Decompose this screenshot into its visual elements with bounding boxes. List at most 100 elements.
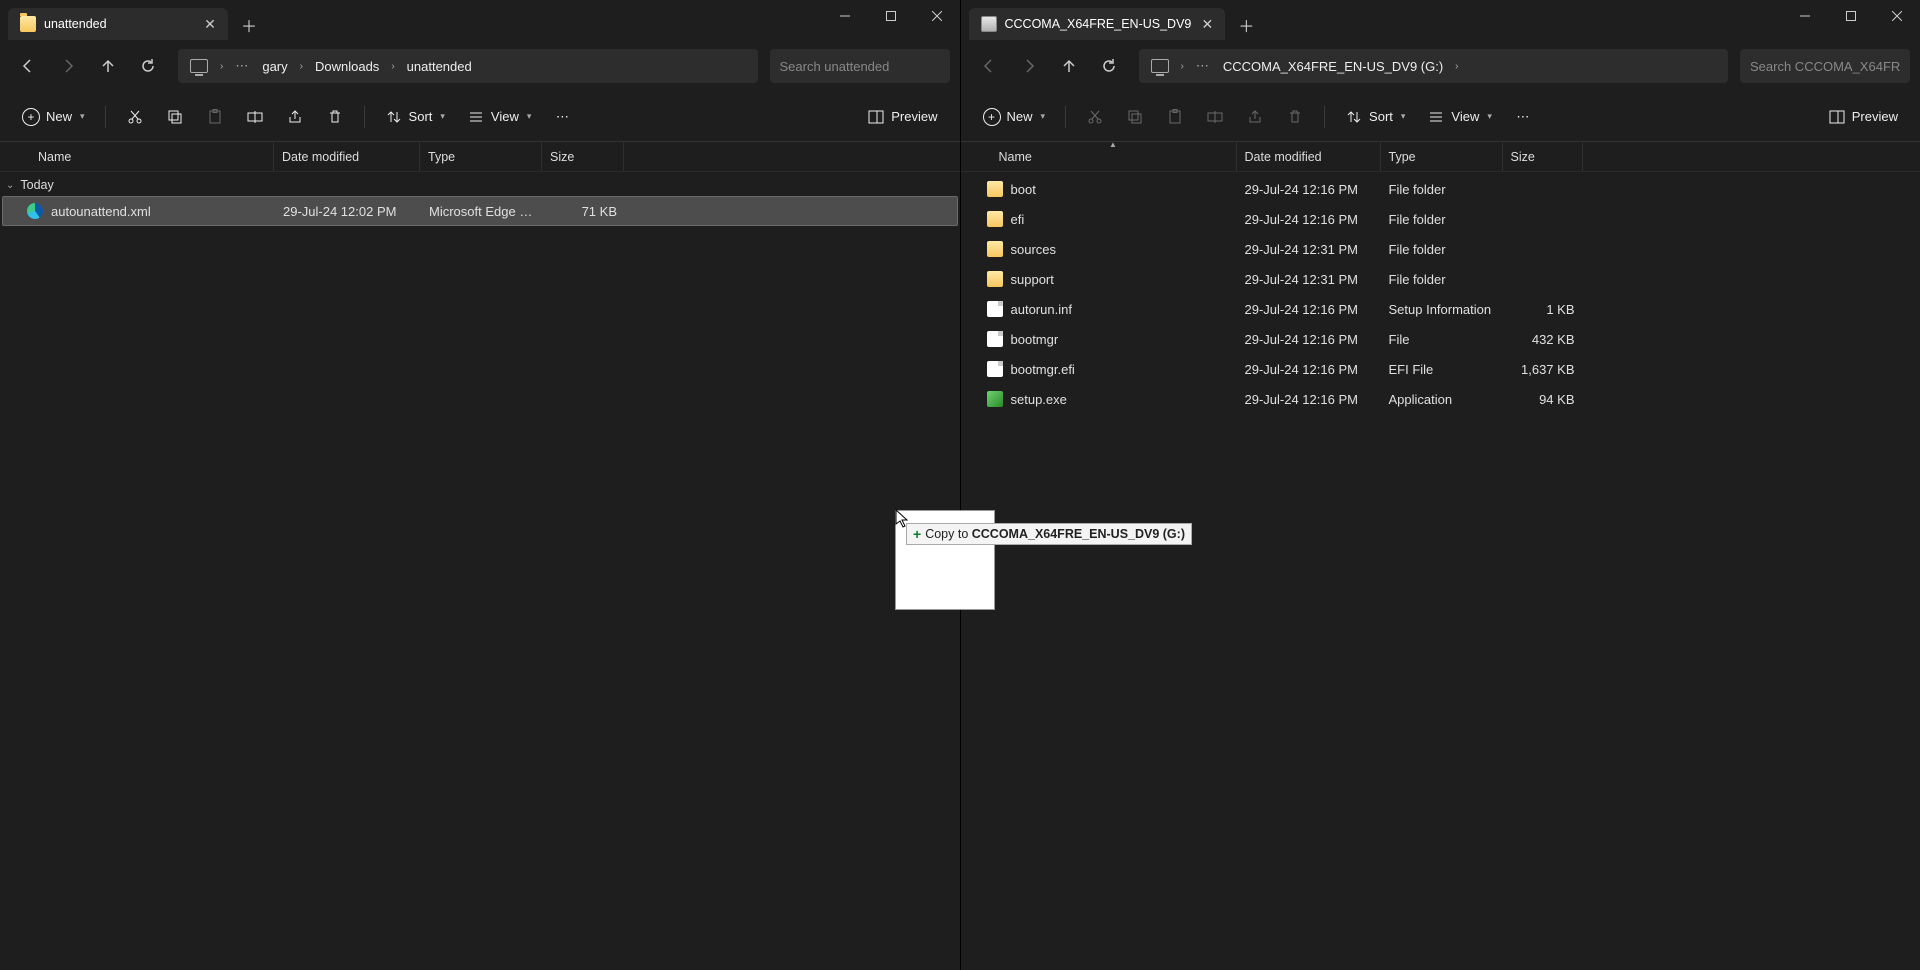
chevron-right-icon[interactable]: › xyxy=(216,61,227,72)
chevron-right-icon[interactable]: › xyxy=(1451,61,1462,72)
close-window-button[interactable] xyxy=(914,0,960,32)
close-window-button[interactable] xyxy=(1874,0,1920,32)
crumb-unattended[interactable]: unattended xyxy=(401,59,478,74)
doc-icon xyxy=(987,301,1003,317)
file-row[interactable]: sources29-Jul-24 12:31 PMFile folder xyxy=(961,234,1920,264)
address-bar[interactable]: › ⋯ gary › Downloads › unattended xyxy=(178,49,758,83)
rename-button[interactable] xyxy=(238,102,272,132)
toolbar-left: +New▾ Sort▾ View▾ ⋯ Preview xyxy=(0,92,960,142)
view-button[interactable]: View▾ xyxy=(1419,102,1499,132)
exe-icon xyxy=(987,391,1003,407)
delete-button[interactable] xyxy=(1278,102,1312,132)
search-input[interactable]: Search unattended xyxy=(770,49,950,83)
cut-button[interactable] xyxy=(118,102,152,132)
tab-drive[interactable]: CCCOMA_X64FRE_EN-US_DV9 ✕ xyxy=(969,8,1226,40)
col-size[interactable]: Size xyxy=(1503,142,1583,171)
address-bar[interactable]: › ⋯ CCCOMA_X64FRE_EN-US_DV9 (G:) › xyxy=(1139,49,1729,83)
col-name[interactable]: Name xyxy=(30,142,274,171)
folder-icon xyxy=(987,271,1003,287)
file-type: File folder xyxy=(1381,242,1503,257)
file-date: 29-Jul-24 12:31 PM xyxy=(1237,242,1381,257)
minimize-button[interactable] xyxy=(1782,0,1828,32)
col-size[interactable]: Size xyxy=(542,142,624,171)
back-button[interactable] xyxy=(10,48,46,84)
tab-unattended[interactable]: unattended ✕ xyxy=(8,8,228,40)
drive-icon xyxy=(981,16,997,32)
search-input[interactable]: Search CCCOMA_X64FR xyxy=(1740,49,1910,83)
delete-button[interactable] xyxy=(318,102,352,132)
col-type[interactable]: Type xyxy=(420,142,542,171)
chevron-right-icon[interactable]: › xyxy=(296,61,307,72)
forward-button[interactable] xyxy=(1011,48,1047,84)
crumb-gary[interactable]: gary xyxy=(256,59,293,74)
sort-button[interactable]: Sort▾ xyxy=(377,102,453,132)
file-row[interactable]: boot29-Jul-24 12:16 PMFile folder xyxy=(961,174,1920,204)
file-name: support xyxy=(1011,272,1054,287)
file-list-left[interactable]: ⌄Today autounattend.xml29-Jul-24 12:02 P… xyxy=(0,172,960,970)
more-button[interactable]: ⋯ xyxy=(1506,102,1540,132)
file-row[interactable]: bootmgr.efi29-Jul-24 12:16 PMEFI File1,6… xyxy=(961,354,1920,384)
maximize-button[interactable] xyxy=(868,0,914,32)
sort-button[interactable]: Sort▾ xyxy=(1337,102,1413,132)
file-row[interactable]: setup.exe29-Jul-24 12:16 PMApplication94… xyxy=(961,384,1920,414)
rename-button[interactable] xyxy=(1198,102,1232,132)
crumb-downloads[interactable]: Downloads xyxy=(309,59,385,74)
file-row[interactable]: support29-Jul-24 12:31 PMFile folder xyxy=(961,264,1920,294)
chevron-right-icon[interactable]: › xyxy=(1177,61,1188,72)
new-tab-button[interactable]: ＋ xyxy=(234,10,264,40)
refresh-button[interactable] xyxy=(1091,48,1127,84)
file-size: 1 KB xyxy=(1503,302,1583,317)
preview-icon xyxy=(867,108,885,126)
titlebar-left: unattended ✕ ＋ xyxy=(0,0,960,40)
new-button[interactable]: +New▾ xyxy=(975,102,1054,132)
file-size: 1,637 KB xyxy=(1503,362,1583,377)
file-date: 29-Jul-24 12:16 PM xyxy=(1237,392,1381,407)
new-tab-button[interactable]: ＋ xyxy=(1231,10,1261,40)
folder-icon xyxy=(987,181,1003,197)
group-today[interactable]: ⌄Today xyxy=(0,174,960,196)
ellipsis-icon: ⋯ xyxy=(553,108,571,126)
file-date: 29-Jul-24 12:16 PM xyxy=(1237,332,1381,347)
file-type: File folder xyxy=(1381,272,1503,287)
drop-hint: + Copy to CCCOMA_X64FRE_EN-US_DV9 (G:) xyxy=(906,523,1192,545)
share-icon xyxy=(286,108,304,126)
file-type: Setup Information xyxy=(1381,302,1503,317)
pc-icon xyxy=(1151,59,1169,73)
edge-icon xyxy=(27,203,43,219)
up-button[interactable] xyxy=(1051,48,1087,84)
close-tab-icon[interactable]: ✕ xyxy=(202,16,218,32)
share-button[interactable] xyxy=(278,102,312,132)
minimize-button[interactable] xyxy=(822,0,868,32)
file-row[interactable]: autounattend.xml29-Jul-24 12:02 PMMicros… xyxy=(2,196,958,226)
maximize-button[interactable] xyxy=(1828,0,1874,32)
new-button[interactable]: +New▾ xyxy=(14,102,93,132)
share-button[interactable] xyxy=(1238,102,1272,132)
file-row[interactable]: bootmgr29-Jul-24 12:16 PMFile432 KB xyxy=(961,324,1920,354)
back-button[interactable] xyxy=(971,48,1007,84)
preview-button[interactable]: Preview xyxy=(1820,102,1906,132)
forward-button[interactable] xyxy=(50,48,86,84)
copy-button[interactable] xyxy=(158,102,192,132)
close-tab-icon[interactable]: ✕ xyxy=(1199,16,1215,32)
cut-button[interactable] xyxy=(1078,102,1112,132)
more-button[interactable]: ⋯ xyxy=(545,102,579,132)
paste-button[interactable] xyxy=(1158,102,1192,132)
col-date[interactable]: Date modified xyxy=(1237,142,1381,171)
crumb-drive[interactable]: CCCOMA_X64FRE_EN-US_DV9 (G:) xyxy=(1217,59,1449,74)
up-button[interactable] xyxy=(90,48,126,84)
col-name[interactable]: Name xyxy=(991,142,1237,171)
preview-button[interactable]: Preview xyxy=(859,102,945,132)
view-button[interactable]: View▾ xyxy=(459,102,539,132)
col-type[interactable]: Type xyxy=(1381,142,1503,171)
copy-button[interactable] xyxy=(1118,102,1152,132)
file-type: Application xyxy=(1381,392,1503,407)
file-row[interactable]: autorun.inf29-Jul-24 12:16 PMSetup Infor… xyxy=(961,294,1920,324)
file-list-right[interactable]: boot29-Jul-24 12:16 PMFile folderefi29-J… xyxy=(961,172,1920,970)
refresh-button[interactable] xyxy=(130,48,166,84)
file-row[interactable]: efi29-Jul-24 12:16 PMFile folder xyxy=(961,204,1920,234)
col-date[interactable]: Date modified xyxy=(274,142,420,171)
doc-icon xyxy=(987,361,1003,377)
toolbar-right: +New▾ Sort▾ View▾ ⋯ Preview xyxy=(961,92,1920,142)
paste-button[interactable] xyxy=(198,102,232,132)
chevron-right-icon[interactable]: › xyxy=(387,61,398,72)
